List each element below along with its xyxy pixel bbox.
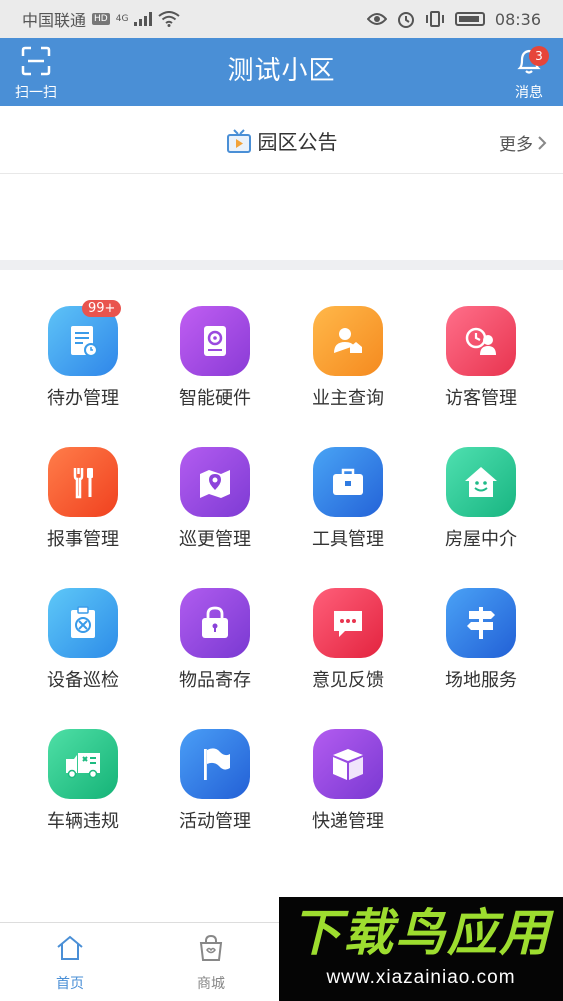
grid-item-patrol[interactable]: 巡更管理 bbox=[150, 411, 280, 551]
grid-item-tools[interactable]: 工具管理 bbox=[283, 411, 413, 551]
grid-item-label: 待办管理 bbox=[47, 388, 119, 409]
grid-item-visitor[interactable]: 访客管理 bbox=[416, 270, 546, 410]
scan-label: 扫一扫 bbox=[15, 85, 57, 101]
tab-home[interactable]: 首页 bbox=[25, 933, 115, 993]
grid-item-venue[interactable]: 场地服务 bbox=[416, 552, 546, 692]
watermark-url: www.xiazainiao.com bbox=[326, 967, 516, 988]
carrier-name: 中国联通 bbox=[22, 11, 87, 30]
notice-content bbox=[0, 174, 563, 260]
hardware-device-icon bbox=[180, 306, 250, 376]
battery-icon bbox=[454, 12, 485, 26]
notice-header: 园区公告 更多 bbox=[0, 106, 563, 174]
activity-flag-icon bbox=[180, 729, 250, 799]
notice-title-group: 园区公告 bbox=[0, 126, 563, 155]
section-divider bbox=[0, 260, 563, 270]
shopping-bag-icon bbox=[199, 934, 223, 961]
grid-item-label: 快递管理 bbox=[312, 811, 384, 832]
feedback-chat-icon bbox=[313, 588, 383, 658]
app-header: 扫一扫 测试小区 3 消息 bbox=[0, 38, 563, 106]
clock-time: 08:36 bbox=[494, 9, 541, 29]
grid-item-inspection[interactable]: 设备巡检 bbox=[18, 552, 148, 692]
grid-item-vehicle[interactable]: 车辆违规 bbox=[18, 693, 148, 833]
house-smile-icon bbox=[446, 447, 516, 517]
watermark-logo: 下载鸟应用 bbox=[291, 904, 551, 962]
chevron-right-icon bbox=[538, 135, 547, 150]
vibrate-icon bbox=[425, 11, 444, 27]
grid-item-repair[interactable]: 报事管理 bbox=[18, 411, 148, 551]
grid-item-activity[interactable]: 活动管理 bbox=[150, 693, 280, 833]
more-label: 更多 bbox=[499, 135, 533, 155]
grid-item-label: 智能硬件 bbox=[179, 388, 251, 409]
grid-item-label: 巡更管理 bbox=[179, 529, 251, 550]
grid-item-owner[interactable]: 业主查询 bbox=[283, 270, 413, 410]
grid-item-label: 访客管理 bbox=[445, 388, 517, 409]
grid-item-label: 房屋中介 bbox=[445, 529, 517, 550]
wifi-icon bbox=[158, 11, 181, 27]
scan-icon bbox=[21, 46, 51, 76]
grid-item-label: 报事管理 bbox=[47, 529, 119, 550]
eye-icon bbox=[366, 13, 387, 25]
signal-icon bbox=[134, 12, 153, 26]
hd-badge: HD bbox=[92, 13, 110, 25]
grid-item-feedback[interactable]: 意见反馈 bbox=[283, 552, 413, 692]
vehicle-truck-icon bbox=[48, 729, 118, 799]
equipment-check-icon bbox=[48, 588, 118, 658]
scan-button[interactable]: 扫一扫 bbox=[10, 46, 62, 102]
message-count-badge: 3 bbox=[529, 46, 549, 66]
repair-tools-icon bbox=[48, 447, 118, 517]
alarm-icon bbox=[397, 12, 414, 28]
express-box-icon bbox=[313, 729, 383, 799]
storage-lock-icon bbox=[180, 588, 250, 658]
owner-search-icon bbox=[313, 306, 383, 376]
status-left: 中国联通 HD 4G bbox=[22, 7, 181, 31]
grid-item-agency[interactable]: 房屋中介 bbox=[416, 411, 546, 551]
tab-mall[interactable]: 商城 bbox=[166, 933, 256, 993]
grid-item-label: 场地服务 bbox=[445, 670, 517, 691]
toolbox-icon bbox=[313, 447, 383, 517]
tab-home-label: 首页 bbox=[56, 976, 84, 992]
grid-item-label: 业主查询 bbox=[312, 388, 384, 409]
message-label: 消息 bbox=[515, 85, 543, 101]
watermark-banner: 下载鸟应用 www.xiazainiao.com bbox=[279, 897, 563, 1001]
grid-item-label: 物品寄存 bbox=[179, 670, 251, 691]
grid-item-storage[interactable]: 物品寄存 bbox=[150, 552, 280, 692]
grid-item-todo[interactable]: 99+ 待办管理 bbox=[18, 270, 148, 410]
notice-title: 园区公告 bbox=[257, 130, 338, 154]
network-type: 4G bbox=[115, 14, 129, 24]
notice-more-link[interactable]: 更多 bbox=[499, 130, 547, 155]
visitor-clock-icon bbox=[446, 306, 516, 376]
status-right: 08:36 bbox=[366, 9, 541, 29]
grid-item-express[interactable]: 快递管理 bbox=[283, 693, 413, 833]
venue-signpost-icon bbox=[446, 588, 516, 658]
grid-item-hardware[interactable]: 智能硬件 bbox=[150, 270, 280, 410]
home-icon bbox=[57, 935, 83, 960]
grid-item-label: 意见反馈 bbox=[312, 670, 384, 691]
grid-item-label: 活动管理 bbox=[179, 811, 251, 832]
patrol-map-icon bbox=[180, 447, 250, 517]
grid-item-label: 工具管理 bbox=[312, 529, 384, 550]
grid-item-label: 车辆违规 bbox=[47, 811, 119, 832]
todo-count-badge: 99+ bbox=[82, 300, 122, 317]
tv-notice-icon bbox=[226, 128, 251, 153]
page-title: 测试小区 bbox=[227, 56, 336, 86]
message-button[interactable]: 3 消息 bbox=[503, 46, 555, 102]
grid-item-label: 设备巡检 bbox=[47, 670, 119, 691]
tab-mall-label: 商城 bbox=[197, 976, 225, 992]
status-bar: 中国联通 HD 4G 08:36 bbox=[0, 0, 563, 38]
